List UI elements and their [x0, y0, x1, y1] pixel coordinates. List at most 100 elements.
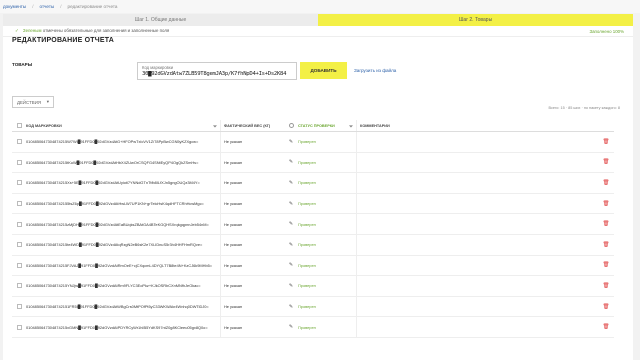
row-status: Проверен: [298, 221, 316, 227]
trash-icon[interactable]: 🗑: [603, 159, 610, 165]
row-code: 0104850647304874215Xs+5E█91FFD0█92dGVzdA…: [26, 180, 200, 186]
table-row[interactable]: 0104850647304874215zMjDH█91FFD0█92dGVzdA…: [12, 214, 614, 235]
row-comment: [356, 214, 598, 234]
trash-icon[interactable]: 🗑: [603, 324, 610, 330]
trash-icon[interactable]: 🗑: [603, 139, 610, 145]
row-checkbox[interactable]: [16, 201, 22, 207]
info-icon[interactable]: [288, 123, 294, 128]
step-goods[interactable]: Шаг 2. Товары: [318, 14, 633, 26]
row-code: 01048506473048742151FR5I█91FFD0█92dGVzdA…: [26, 304, 209, 310]
row-weight: Не указан: [220, 234, 286, 255]
row-weight: Не указан: [220, 255, 286, 276]
row-comment: [356, 317, 598, 337]
total-summary: Всего: 15 · 85 ших · по пакету каждого: …: [548, 106, 620, 110]
chevron-down-icon: ▾: [46, 99, 49, 104]
actions-label: ДЕЙСТВИЯ: [17, 99, 42, 105]
pencil-icon[interactable]: ✎: [289, 139, 293, 145]
trash-icon[interactable]: 🗑: [603, 221, 610, 227]
marking-code-field[interactable]: Код маркировки 30█92dGVzdAtw7ZLB59T8gemJ…: [137, 62, 297, 80]
row-weight: Не указан: [220, 193, 286, 214]
table-row[interactable]: 0104850647304874215W7WI█91FFD0█92dGVzdAt…: [12, 132, 614, 153]
trash-icon[interactable]: 🗑: [603, 262, 610, 268]
row-checkbox[interactable]: [16, 180, 22, 186]
row-checkbox[interactable]: [16, 304, 22, 310]
row-weight: Не указан: [220, 317, 286, 337]
pencil-icon[interactable]: ✎: [289, 304, 293, 310]
breadcrumb-reports[interactable]: отчеты: [39, 4, 54, 9]
row-code: 0104850647304874215xGMN█91FFD0█92dGVzdAt…: [26, 324, 208, 330]
filter-icon[interactable]: ⏷: [213, 124, 217, 128]
pencil-icon[interactable]: ✎: [289, 180, 293, 186]
breadcrumb-current: редактирование отчета: [67, 4, 118, 9]
row-weight: Не указан: [220, 152, 286, 173]
row-weight: Не указан: [220, 276, 286, 296]
trash-icon[interactable]: 🗑: [603, 242, 610, 248]
row-comment: [356, 173, 598, 193]
table-row[interactable]: 01048506473048742151FR5I█91FFD0█92dGVzdA…: [12, 296, 614, 318]
trash-icon[interactable]: 🗑: [603, 304, 610, 310]
row-status: Проверен: [298, 201, 316, 207]
upload-from-file-link[interactable]: Загрузить из файла: [354, 68, 396, 73]
pencil-icon[interactable]: ✎: [289, 283, 293, 289]
breadcrumb-documents[interactable]: документы: [3, 4, 26, 9]
trash-icon[interactable]: 🗑: [603, 180, 610, 186]
row-status: Проверен: [298, 283, 316, 289]
row-code: 0104850647304874215zMjDH█91FFD0█92dGVzdA…: [26, 221, 209, 227]
step-general-data[interactable]: Шаг 1. Общие данные: [3, 14, 318, 26]
row-code: 01048506473048742155tsZ6p█91FFD0█92dGVzd…: [26, 201, 204, 207]
table-row[interactable]: 0104850647304874215YNJjw█91FFD0█92dGVzdA…: [12, 276, 614, 297]
row-checkbox[interactable]: [16, 262, 22, 268]
row-checkbox[interactable]: [16, 324, 22, 330]
row-status: Проверен: [298, 180, 316, 186]
breadcrumb-separator: /: [32, 4, 34, 9]
pencil-icon[interactable]: ✎: [289, 324, 293, 330]
row-code: 0104850647304874215W7WI█91FFD0█92dGVzdAt…: [26, 139, 199, 145]
hint-green-word: Зеленым: [22, 28, 42, 33]
required-fields-hint: ✓ Зеленым отмечены обязательные для запо…: [15, 28, 169, 34]
row-status: Проверен: [298, 159, 316, 165]
goods-table: КОД МАРКИРОВКИ ⏷ ФАКТИЧЕСКИЙ ВЕС (КГ) СТ…: [12, 120, 614, 338]
select-all-checkbox[interactable]: [16, 123, 22, 128]
fill-progress: Заполнено 100%: [589, 28, 624, 34]
row-checkbox[interactable]: [16, 139, 22, 145]
row-comment: [356, 132, 598, 152]
hint-bar: ✓ Зеленым отмечены обязательные для запо…: [3, 26, 633, 37]
row-checkbox[interactable]: [16, 221, 22, 227]
pencil-icon[interactable]: ✎: [289, 262, 293, 268]
row-code: 0104850647304874215tKuW█91FFD0█92dGVzdAt…: [26, 159, 199, 165]
actions-dropdown[interactable]: ДЕЙСТВИЯ ▾: [12, 96, 54, 108]
row-checkbox[interactable]: [16, 242, 22, 248]
trash-icon[interactable]: 🗑: [603, 201, 610, 207]
table-row[interactable]: 0104850647304874215FJVAJ█91FFD0█92dGVzdA…: [12, 255, 614, 277]
row-comment: [356, 193, 598, 214]
row-comment: [356, 296, 598, 317]
hint-text: отмечены обязательные для заполнения и з…: [42, 28, 170, 33]
row-checkbox[interactable]: [16, 159, 22, 165]
row-comment: [356, 276, 598, 296]
row-comment: [356, 234, 598, 255]
row-weight: Не указан: [220, 132, 286, 152]
add-button[interactable]: ДОБАВИТЬ: [300, 62, 347, 79]
pencil-icon[interactable]: ✎: [289, 159, 293, 165]
row-comment: [356, 255, 598, 276]
pencil-icon[interactable]: ✎: [289, 242, 293, 248]
table-row[interactable]: 0104850647304874215xGMN█91FFD0█92dGVzdAt…: [12, 317, 614, 338]
table-row[interactable]: 0104850647304874215te4WD█91FFD0█92dGVzdA…: [12, 234, 614, 256]
row-code: 0104850647304874215te4WD█91FFD0█92dGVzdA…: [26, 242, 203, 248]
table-row[interactable]: 0104850647304874215Xs+5E█91FFD0█92dGVzdA…: [12, 173, 614, 194]
trash-icon[interactable]: 🗑: [603, 283, 610, 289]
filter-icon[interactable]: ⏷: [349, 124, 353, 130]
row-status: Проверен: [298, 139, 316, 145]
marking-code-input[interactable]: 30█92dGVzdAtw7ZLB59T8gemJA3p/K7fhNpD4+Is…: [142, 71, 292, 77]
row-code: 0104850647304874215YNJjw█91FFD0█92dGVzdA…: [26, 283, 201, 289]
breadcrumb: документы / отчеты / редактирование отче…: [0, 0, 640, 13]
table-row[interactable]: 0104850647304874215tKuW█91FFD0█92dGVzdAt…: [12, 152, 614, 174]
pencil-icon[interactable]: ✎: [289, 201, 293, 207]
row-checkbox[interactable]: [16, 283, 22, 289]
row-comment: [356, 152, 598, 173]
wizard-steps: Шаг 1. Общие данные Шаг 2. Товары: [3, 14, 633, 26]
row-status: Проверен: [298, 262, 316, 268]
pencil-icon[interactable]: ✎: [289, 221, 293, 227]
table-row[interactable]: 01048506473048742155tsZ6p█91FFD0█92dGVzd…: [12, 193, 614, 215]
page-title: РЕДАКТИРОВАНИЕ ОТЧЕТА: [12, 37, 115, 44]
